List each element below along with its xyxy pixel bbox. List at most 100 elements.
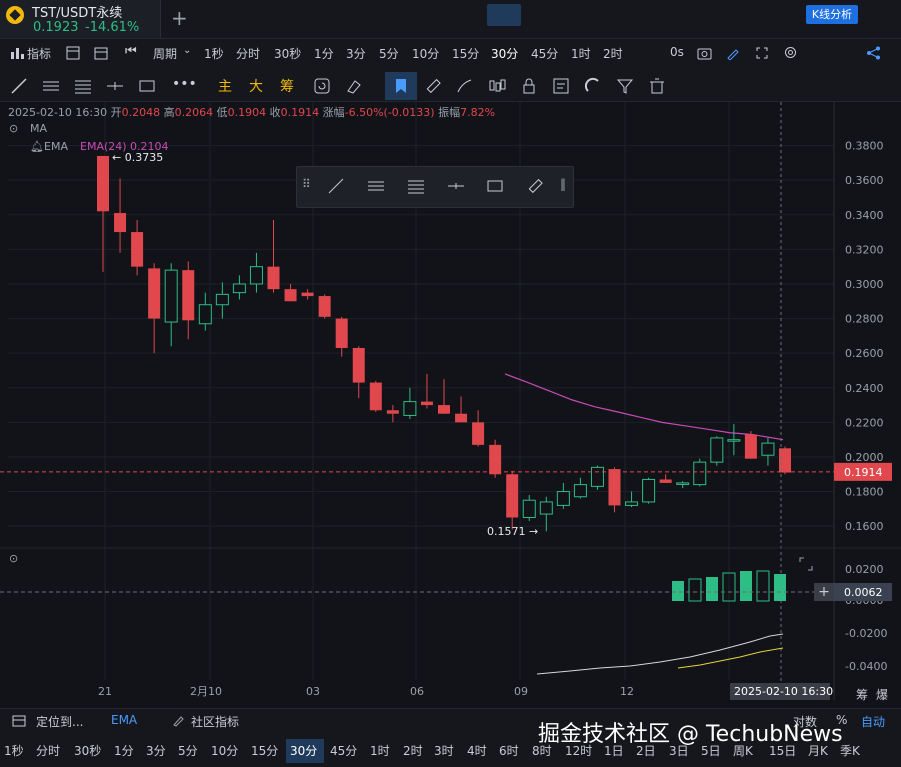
interval-5[interactable]: 5分 — [379, 45, 399, 62]
high-label: 高 — [163, 106, 175, 119]
eraser-icon[interactable] — [345, 77, 363, 95]
rectangle-icon[interactable] — [138, 77, 156, 95]
ruler-icon[interactable] — [424, 77, 442, 95]
edit-icon — [173, 716, 184, 727]
interval-7[interactable]: 15分 — [452, 45, 479, 62]
trash-icon[interactable] — [648, 77, 666, 95]
candle-body-13 — [318, 296, 331, 317]
interval-8[interactable]: 30分 — [491, 45, 518, 62]
lock-icon[interactable] — [520, 77, 538, 95]
bottom-interval-8[interactable]: 30分 — [290, 742, 317, 759]
bottom-interval-2[interactable]: 30秒 — [74, 742, 101, 759]
bottom-interval-5[interactable]: 5分 — [178, 742, 198, 759]
bottom-interval-11[interactable]: 2时 — [403, 742, 423, 759]
hist-bar-4 — [740, 571, 752, 601]
bottom-interval-9[interactable]: 45分 — [330, 742, 357, 759]
bottom-interval-14[interactable]: 6时 — [499, 742, 519, 759]
share-icon[interactable] — [866, 46, 881, 60]
layout-icon[interactable] — [66, 46, 80, 60]
bottom-interval-24[interactable]: 季K — [840, 742, 860, 759]
interval-3[interactable]: 1分 — [314, 45, 334, 62]
rewind-icon[interactable]: ⏮ — [125, 44, 137, 59]
calendar-icon[interactable] — [94, 46, 108, 60]
low-value: 0.1904 — [227, 106, 267, 119]
time-label-0: 21 — [98, 685, 112, 698]
expand-icon[interactable] — [755, 46, 769, 60]
last-price: 0.1923 — [33, 20, 79, 35]
bottom-interval-0[interactable]: 1秒 — [4, 742, 24, 759]
bottom-interval-1[interactable]: 分时 — [36, 742, 60, 759]
add-tab-button[interactable]: + — [171, 6, 188, 30]
period-button[interactable]: 周期 — [153, 45, 177, 62]
symbol-tab[interactable]: TST/USDT永续 0.1923 -14.61% — [0, 0, 161, 38]
community-indicators-button[interactable]: 社区指标 — [191, 713, 239, 730]
filter-icon[interactable] — [616, 77, 634, 95]
chips-label[interactable]: 筹 — [856, 686, 868, 703]
interval-10[interactable]: 1时 — [571, 45, 591, 62]
bottom-interval-13[interactable]: 4时 — [467, 742, 487, 759]
locate-to-button[interactable]: 定位到... — [36, 713, 83, 730]
time-axis: 21 2月10 03 06 09 12 2025-02-10 16:30 — [98, 683, 833, 700]
price-tick-4: 0.3000 — [845, 278, 884, 291]
float-trendline-icon[interactable] — [327, 177, 345, 195]
ema-label[interactable]: EMA — [44, 140, 68, 153]
collapse-icon[interactable]: ⊙ — [9, 122, 18, 135]
more-tools-icon[interactable]: ••• — [172, 76, 197, 92]
interval-4[interactable]: 3分 — [346, 45, 366, 62]
crosshair-time-label: 2025-02-10 16:30 — [734, 685, 833, 698]
note-icon[interactable] — [552, 77, 570, 95]
bottom-interval-6[interactable]: 10分 — [211, 742, 238, 759]
bell-icon[interactable]: 🔔︎ — [30, 140, 44, 153]
float-hline-icon[interactable] — [447, 177, 465, 195]
price-tick-9: 0.2000 — [845, 451, 884, 464]
brush-icon[interactable] — [456, 77, 474, 95]
chevron-down-icon[interactable]: ⌄ — [183, 45, 191, 56]
large-order-button[interactable]: 大 — [249, 76, 263, 96]
ma-label[interactable]: MA — [30, 122, 47, 135]
auto-scale-button[interactable]: 自动 — [861, 713, 885, 730]
bottom-interval-3[interactable]: 1分 — [114, 742, 134, 759]
bottom-interval-7[interactable]: 15分 — [251, 742, 278, 759]
float-fib-icon[interactable] — [407, 177, 425, 195]
drag-handle-icon[interactable]: ⠿ — [302, 177, 311, 191]
interval-11[interactable]: 2时 — [603, 45, 623, 62]
interval-1[interactable]: 分时 — [236, 45, 260, 62]
float-parallel-icon[interactable] — [367, 177, 385, 195]
float-collapse-icon[interactable]: ‖ — [560, 177, 566, 191]
fib-lines-icon[interactable] — [74, 77, 92, 95]
add-indicator-button[interactable]: + — [814, 583, 834, 601]
horizontal-ray-icon[interactable] — [106, 77, 124, 95]
parallel-lines-icon[interactable] — [42, 77, 60, 95]
settings-icon[interactable] — [783, 45, 798, 60]
candle-pattern-icon[interactable] — [488, 77, 506, 95]
replay-icon[interactable] — [313, 77, 331, 95]
ema-tab[interactable]: EMA — [111, 713, 137, 727]
chips-button[interactable]: 筹 — [280, 76, 294, 96]
trendline-icon[interactable] — [10, 77, 28, 95]
interval-0[interactable]: 1秒 — [204, 45, 224, 62]
interval-6[interactable]: 10分 — [412, 45, 439, 62]
sub-collapse-icon[interactable]: ⊙ — [9, 552, 18, 565]
bottom-interval-4[interactable]: 3分 — [146, 742, 166, 759]
candle-body-21 — [455, 413, 468, 423]
main-force-button[interactable]: 主 — [218, 76, 232, 96]
interval-9[interactable]: 45分 — [531, 45, 558, 62]
pen-icon[interactable] — [726, 46, 740, 60]
camera-icon[interactable] — [697, 46, 712, 60]
indicators-button[interactable]: 指标 — [27, 45, 51, 62]
high-value: 0.2064 — [174, 106, 214, 119]
bottom-interval-12[interactable]: 3时 — [434, 742, 454, 759]
float-ruler-icon[interactable] — [526, 177, 544, 195]
interval-2[interactable]: 30秒 — [274, 45, 301, 62]
kline-analysis-button[interactable]: K线分析 — [806, 5, 858, 24]
bookmark-icon[interactable] — [392, 77, 410, 95]
bottom-interval-10[interactable]: 1时 — [370, 742, 390, 759]
float-rect-icon[interactable] — [486, 177, 504, 195]
locate-icon — [12, 715, 26, 727]
os-label[interactable]: 0s — [670, 45, 684, 59]
magnet-icon[interactable] — [584, 77, 602, 95]
burst-label[interactable]: 爆 — [876, 686, 888, 703]
maximize-icon[interactable] — [798, 556, 814, 572]
indicator-icon — [11, 48, 24, 59]
change-percent: -14.61% — [85, 20, 140, 35]
